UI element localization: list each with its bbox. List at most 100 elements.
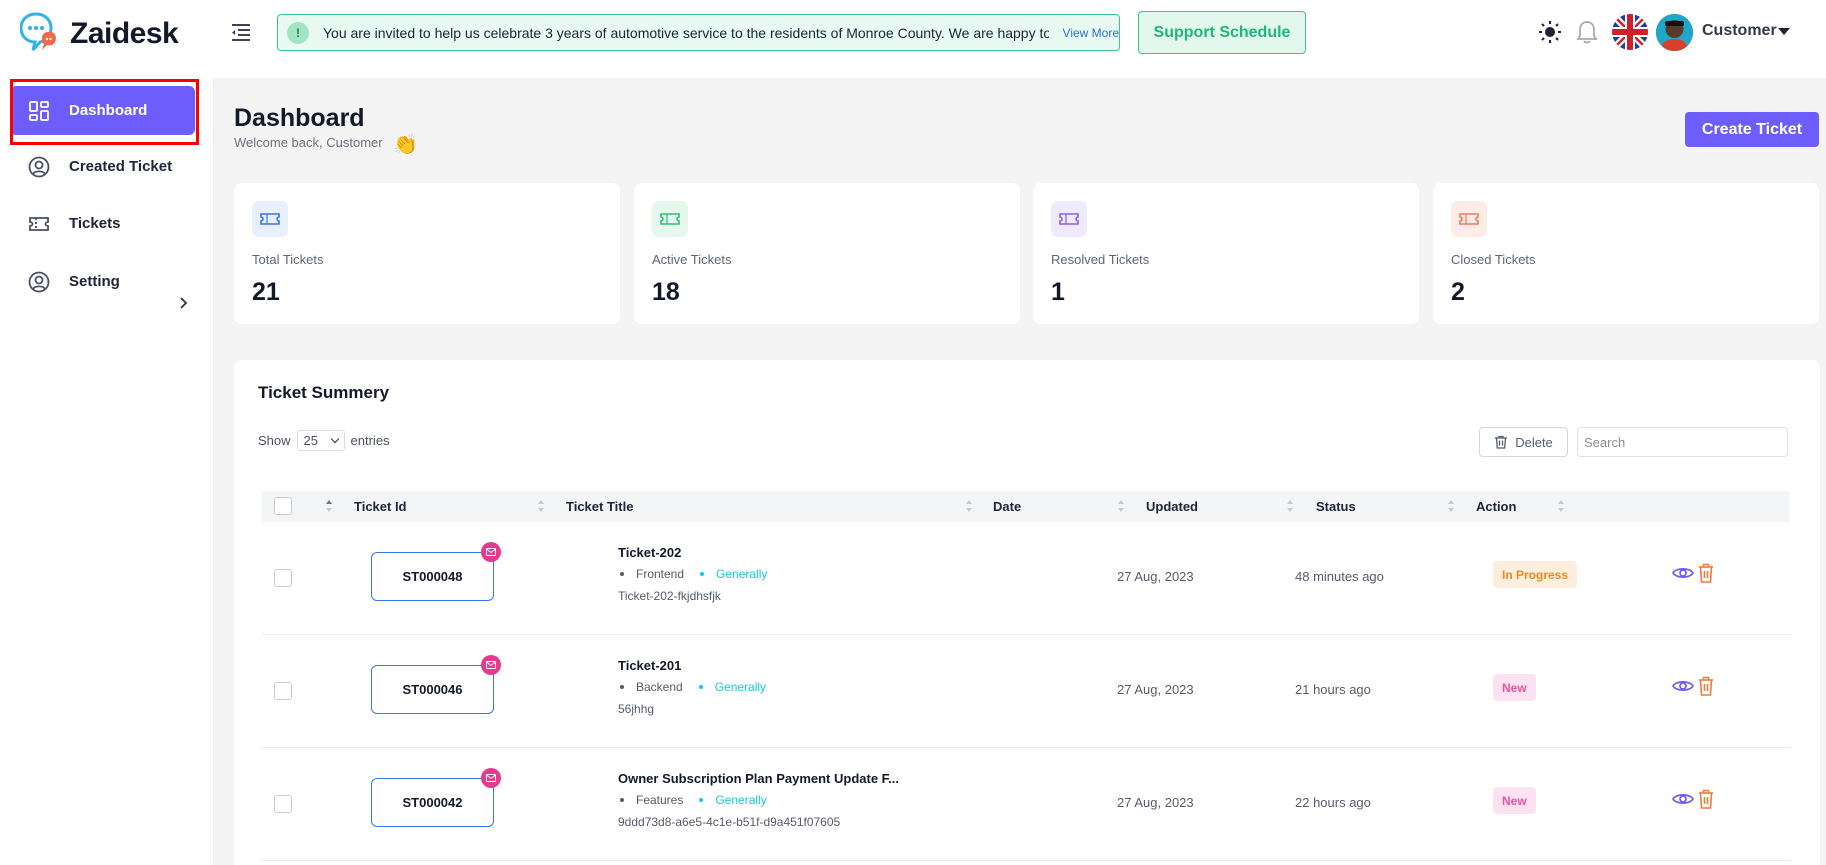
entries-select[interactable]: 25 <box>296 430 345 451</box>
row-checkbox[interactable] <box>274 795 292 813</box>
ticket-meta: Backend Generally <box>618 680 766 694</box>
ticket-id[interactable]: ST000042 <box>371 778 494 827</box>
page-title: Dashboard <box>234 104 365 132</box>
stat-value: 18 <box>652 278 680 306</box>
stat-card-closed: Closed Tickets 2 <box>1433 183 1819 324</box>
ticket-date: 27 Aug, 2023 <box>1117 795 1194 810</box>
stat-value: 1 <box>1051 278 1065 306</box>
table-header: Ticket Id Ticket Title Date Updated Stat… <box>262 491 1790 522</box>
bullet-icon <box>698 685 703 689</box>
view-more-link[interactable]: View More <box>1063 26 1119 40</box>
sidebar-item-label: Tickets <box>69 215 121 232</box>
chat-bubble-logo-icon <box>19 12 58 56</box>
column-header[interactable]: Updated <box>1146 499 1198 514</box>
delete-button[interactable]: Delete <box>1479 427 1568 457</box>
column-header[interactable]: Ticket Id <box>354 499 407 514</box>
create-ticket-button[interactable]: Create Ticket <box>1685 112 1819 147</box>
eye-icon[interactable] <box>1672 566 1694 583</box>
row-checkbox[interactable] <box>274 569 292 587</box>
sort-icon[interactable] <box>538 500 544 514</box>
sort-icon[interactable] <box>1118 500 1124 514</box>
ticket-icon <box>1451 201 1487 237</box>
uk-flag-icon[interactable] <box>1612 14 1648 50</box>
bullet-icon <box>699 798 704 802</box>
mail-icon <box>481 655 501 675</box>
ticket-category: Backend <box>636 680 683 694</box>
ticket-tag: Generally <box>715 793 767 807</box>
caret-down-icon[interactable] <box>1778 28 1790 35</box>
status-badge: New <box>1493 787 1536 814</box>
sidebar-item-dashboard[interactable]: Dashboard <box>10 86 195 135</box>
eye-icon[interactable] <box>1672 792 1694 809</box>
ticket-meta: Frontend Generally <box>618 567 767 581</box>
show-label: Show <box>258 433 291 448</box>
stat-value: 21 <box>252 278 280 306</box>
sort-icon[interactable] <box>1558 500 1564 514</box>
panel-title: Ticket Summery <box>258 383 390 402</box>
clap-emoji-icon: 👏 <box>393 134 418 156</box>
ticket-updated: 21 hours ago <box>1295 682 1371 697</box>
eye-icon[interactable] <box>1672 679 1694 696</box>
ticket-subtitle: Ticket-202-fkjdhsfjk <box>618 589 721 603</box>
ticket-summary-panel: Ticket Summery Show 25 entries Delete Ti… <box>234 360 1820 865</box>
ticket-icon <box>29 216 49 231</box>
user-circle-icon <box>28 271 50 292</box>
select-all-checkbox[interactable] <box>274 497 292 515</box>
stat-value: 2 <box>1451 278 1465 306</box>
ticket-icon <box>652 201 688 237</box>
column-header[interactable]: Action <box>1476 499 1516 514</box>
bell-icon[interactable] <box>1576 20 1598 47</box>
logo-text: Zaidesk <box>70 17 179 50</box>
table-row[interactable]: ST000042 Owner Subscription Plan Payment… <box>262 748 1790 861</box>
bullet-icon <box>620 572 624 576</box>
sort-icon[interactable] <box>966 500 972 514</box>
column-header[interactable]: Ticket Title <box>566 499 633 514</box>
stat-card-active: Active Tickets 18 <box>634 183 1020 324</box>
stat-card-total: Total Tickets 21 <box>234 183 620 324</box>
ticket-id[interactable]: ST000048 <box>371 552 494 601</box>
sidebar-item-setting[interactable]: Setting <box>10 257 195 306</box>
user-avatar[interactable] <box>1656 14 1693 51</box>
mail-icon <box>481 542 501 562</box>
sort-icon[interactable] <box>326 500 332 514</box>
ticket-title[interactable]: Ticket-201 <box>618 658 681 673</box>
ticket-date: 27 Aug, 2023 <box>1117 682 1194 697</box>
top-header: Zaidesk ! You are invited to help us cel… <box>0 0 1826 78</box>
bullet-icon <box>620 685 624 689</box>
trash-icon[interactable] <box>1698 676 1714 699</box>
menu-toggle-icon[interactable] <box>230 22 252 42</box>
table-row[interactable]: ST000046 Ticket-201 Backend Generally 56… <box>262 635 1790 748</box>
sidebar-item-tickets[interactable]: Tickets <box>10 199 195 248</box>
ticket-id[interactable]: ST000046 <box>371 665 494 714</box>
stat-card-resolved: Resolved Tickets 1 <box>1033 183 1419 324</box>
column-header[interactable]: Date <box>993 499 1021 514</box>
bullet-icon <box>700 572 705 576</box>
info-icon: ! <box>287 21 309 44</box>
ticket-category: Frontend <box>636 567 685 581</box>
mail-icon <box>481 768 501 788</box>
sort-icon[interactable] <box>1287 500 1293 514</box>
sort-icon[interactable] <box>1448 500 1454 514</box>
bullet-icon <box>620 798 624 802</box>
grid-icon <box>29 100 49 121</box>
ticket-title[interactable]: Owner Subscription Plan Payment Update F… <box>618 771 899 786</box>
logo[interactable]: Zaidesk <box>19 12 179 56</box>
ticket-meta: Features Generally <box>618 793 767 807</box>
support-schedule-button[interactable]: Support Schedule <box>1138 11 1306 54</box>
trash-icon[interactable] <box>1698 563 1714 586</box>
trash-icon[interactable] <box>1698 789 1714 812</box>
stat-label: Total Tickets <box>252 252 324 267</box>
ticket-subtitle: 9ddd73d8-a6e5-4c1e-b51f-d9a451f07605 <box>618 815 841 829</box>
theme-toggle-icon[interactable] <box>1538 20 1562 47</box>
ticket-icon <box>1051 201 1087 237</box>
column-header[interactable]: Status <box>1316 499 1356 514</box>
entries-control: Show 25 entries <box>258 430 390 451</box>
search-input[interactable] <box>1577 427 1788 457</box>
table-row[interactable]: ST000048 Ticket-202 Frontend Generally T… <box>262 522 1790 635</box>
ticket-updated: 22 hours ago <box>1295 795 1371 810</box>
ticket-tag: Generally <box>716 567 768 581</box>
ticket-title[interactable]: Ticket-202 <box>618 545 681 560</box>
sidebar-item-created-ticket[interactable]: Created Ticket <box>10 142 195 191</box>
row-checkbox[interactable] <box>274 682 292 700</box>
user-name[interactable]: Customer <box>1702 22 1777 40</box>
